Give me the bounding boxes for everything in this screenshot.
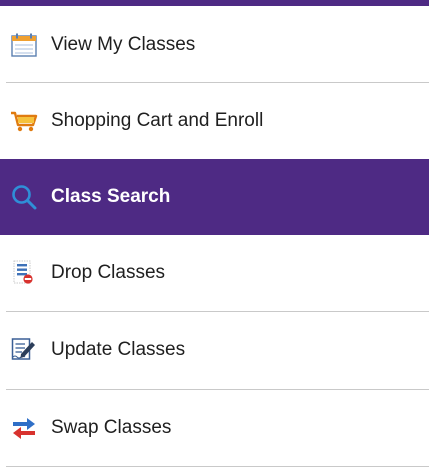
menu-item-label: Swap Classes: [51, 417, 172, 438]
shopping-cart-icon: [10, 107, 38, 135]
menu-item-label: View My Classes: [51, 34, 196, 55]
menu-item-class-search[interactable]: Class Search: [0, 159, 429, 235]
divider: [6, 466, 429, 467]
class-enrollment-menu: View My Classes Shopping Cart and Enroll…: [0, 0, 429, 475]
menu-item-label: Update Classes: [51, 339, 186, 360]
search-icon: [10, 183, 38, 211]
swap-arrows-icon: [10, 414, 38, 442]
header-strip: [0, 0, 429, 6]
menu-item-update-classes[interactable]: Update Classes: [0, 312, 429, 388]
menu-item-view-my-classes[interactable]: View My Classes: [0, 7, 429, 83]
calendar-icon: [10, 31, 38, 59]
menu-item-swap-classes[interactable]: Swap Classes: [0, 390, 429, 466]
menu-item-label: Drop Classes: [51, 262, 166, 283]
menu-item-drop-classes[interactable]: Drop Classes: [0, 235, 429, 311]
menu-item-shopping-cart[interactable]: Shopping Cart and Enroll: [0, 83, 429, 159]
menu-item-label: Shopping Cart and Enroll: [51, 110, 264, 131]
edit-document-icon: [10, 336, 38, 364]
drop-list-icon: [10, 259, 38, 287]
menu-item-label: Class Search: [51, 186, 171, 207]
